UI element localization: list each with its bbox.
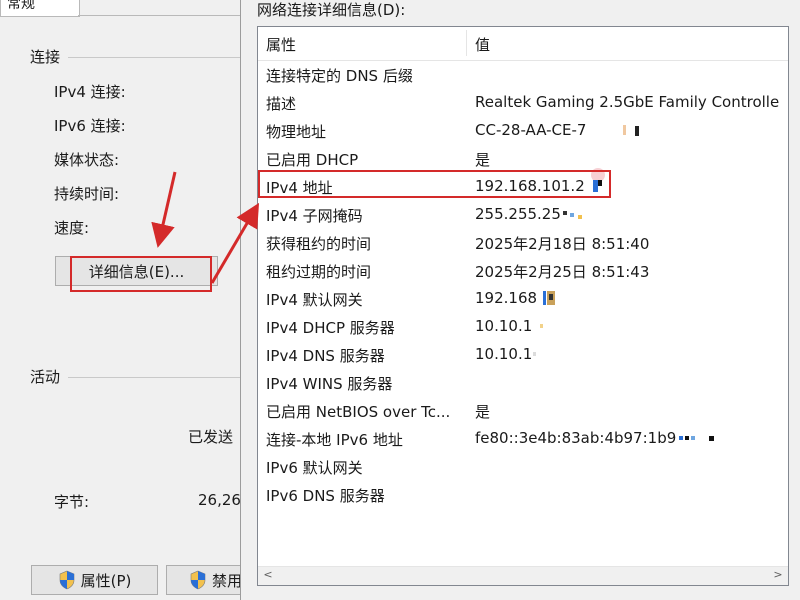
list-item[interactable]: IPv4 WINS 服务器	[258, 368, 788, 396]
scroll-right-icon[interactable]: >	[770, 568, 786, 581]
property-name: IPv4 DNS 服务器	[266, 347, 385, 365]
property-value: 255.255.25	[475, 205, 561, 223]
scroll-left-icon[interactable]: <	[260, 568, 276, 581]
shield-icon	[59, 570, 74, 590]
bytes-sent-value: 26,26	[198, 491, 241, 509]
list-item[interactable]: IPv4 默认网关 192.168	[258, 284, 788, 312]
column-header-value[interactable]: 值	[475, 34, 490, 55]
shield-icon	[190, 570, 206, 590]
properties-button[interactable]: 属性(P)	[31, 565, 158, 595]
property-name: IPv6 DNS 服务器	[266, 487, 385, 505]
redaction-blot	[679, 436, 683, 440]
connection-divider	[68, 57, 240, 58]
property-name: 已启用 DHCP	[266, 151, 359, 169]
property-name: 物理地址	[266, 123, 327, 141]
property-name: 已启用 NetBIOS over Tc...	[266, 403, 451, 421]
list-item[interactable]: 已启用 NetBIOS over Tc... 是	[258, 396, 788, 424]
activity-section-label: 活动	[30, 368, 61, 386]
redaction-blot	[635, 126, 639, 136]
property-name: 描述	[266, 95, 297, 113]
property-value: 是	[475, 403, 491, 421]
property-value: 2025年2月25日 8:51:43	[475, 263, 650, 281]
list-item[interactable]: 连接特定的 DNS 后缀	[258, 60, 788, 88]
redaction-blot	[623, 125, 626, 135]
connection-section-label: 连接	[30, 48, 61, 66]
details-button-highlight	[70, 256, 212, 292]
column-separator[interactable]	[466, 30, 467, 56]
tab-border	[78, 15, 240, 16]
redaction-blot	[578, 215, 582, 219]
property-name: 租约过期的时间	[266, 263, 372, 281]
bytes-label: 字节:	[54, 493, 90, 511]
media-state-label: 媒体状态:	[54, 151, 120, 169]
redaction-blot	[685, 436, 689, 440]
sent-label: 已发送	[188, 428, 234, 446]
list-item[interactable]: IPv4 DHCP 服务器 10.10.1	[258, 312, 788, 340]
disable-button[interactable]: 禁用	[166, 565, 246, 595]
properties-button-label: 属性(P)	[80, 571, 132, 590]
property-value: 192.168	[475, 289, 538, 307]
list-header: 属性 值	[258, 27, 788, 61]
ipv6-connectivity-label: IPv6 连接:	[54, 117, 126, 135]
list-item[interactable]: 物理地址 CC-28-AA-CE-7	[258, 116, 788, 144]
property-value: 是	[475, 151, 491, 169]
property-value: 10.10.1	[475, 345, 533, 363]
property-name: IPv4 WINS 服务器	[266, 375, 393, 393]
property-value: fe80::3e4b:83ab:4b97:1b9	[475, 429, 677, 447]
redaction-blot	[543, 291, 546, 305]
activity-divider	[68, 377, 240, 378]
list-item[interactable]: IPv6 默认网关	[258, 452, 788, 480]
ipv4-connectivity-label: IPv4 连接:	[54, 83, 126, 101]
list-item[interactable]: IPv4 DNS 服务器 10.10.1	[258, 340, 788, 368]
duration-label: 持续时间:	[54, 185, 120, 203]
list-item[interactable]: 连接-本地 IPv6 地址 fe80::3e4b:83ab:4b97:1b9	[258, 424, 788, 452]
list-item[interactable]: 获得租约的时间 2025年2月18日 8:51:40	[258, 228, 788, 256]
redaction-blot	[691, 436, 695, 440]
redaction-blot	[533, 352, 536, 356]
redaction-blot	[549, 294, 553, 300]
property-name: 获得租约的时间	[266, 235, 372, 253]
details-dialog-title: 网络连接详细信息(D):	[257, 1, 406, 19]
property-value: Realtek Gaming 2.5GbE Family Controlle	[475, 93, 780, 111]
property-name: 连接特定的 DNS 后缀	[266, 67, 413, 85]
list-item[interactable]: IPv6 DNS 服务器	[258, 480, 788, 508]
property-value: CC-28-AA-CE-7	[475, 121, 587, 139]
horizontal-scrollbar[interactable]: < >	[258, 566, 788, 585]
property-name: IPv4 默认网关	[266, 291, 363, 309]
property-name: IPv6 默认网关	[266, 459, 363, 477]
redaction-blot	[540, 324, 543, 328]
list-item[interactable]: 已启用 DHCP 是	[258, 144, 788, 172]
status-dialog: 常规 连接 IPv4 连接: IPv6 连接: 媒体状态: 持续时间: 速度: …	[0, 0, 246, 600]
column-header-property[interactable]: 属性	[266, 34, 296, 55]
list-item[interactable]: 描述 Realtek Gaming 2.5GbE Family Controlle	[258, 88, 788, 116]
property-name: IPv4 DHCP 服务器	[266, 319, 395, 337]
property-value: 2025年2月18日 8:51:40	[475, 235, 650, 253]
property-value: 10.10.1	[475, 317, 533, 335]
redaction-blot	[563, 211, 567, 215]
details-dialog: 网络连接详细信息(D): 属性 值 连接特定的 DNS 后缀 描述 Realtek…	[240, 0, 800, 600]
list-item[interactable]: 租约过期的时间 2025年2月25日 8:51:43	[258, 256, 788, 284]
details-list[interactable]: 属性 值 连接特定的 DNS 后缀 描述 Realtek Gaming 2.5Gb…	[257, 26, 789, 586]
redaction-blot	[570, 213, 574, 217]
disable-button-label: 禁用	[212, 571, 243, 590]
property-name: IPv4 子网掩码	[266, 207, 363, 225]
tab-general[interactable]: 常规	[0, 0, 80, 17]
property-name: 连接-本地 IPv6 地址	[266, 431, 403, 449]
redaction-blot	[709, 436, 714, 441]
ipv4-address-highlight	[258, 170, 611, 198]
list-item[interactable]: IPv4 子网掩码 255.255.25	[258, 200, 788, 228]
speed-label: 速度:	[54, 219, 90, 237]
